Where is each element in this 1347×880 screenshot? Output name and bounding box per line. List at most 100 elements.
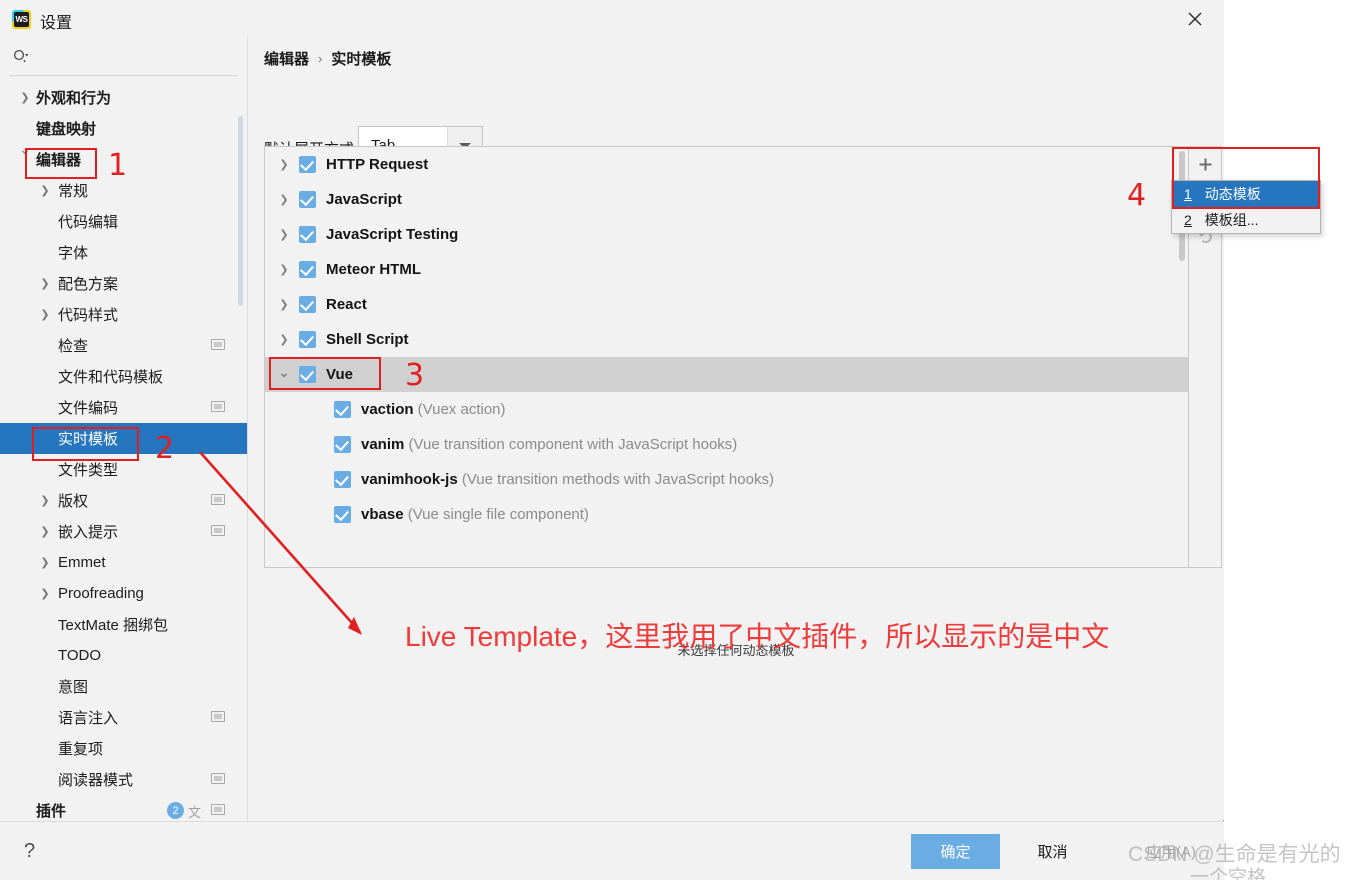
apply-button[interactable]: 应用(A) [1126, 834, 1216, 869]
template-group-name: HTTP Request [326, 156, 429, 173]
sidebar-item-15[interactable]: ❯ Emmet [0, 547, 247, 578]
template-group-name: Vue [326, 366, 353, 383]
add-template-button[interactable] [1189, 147, 1221, 183]
sidebar-item-21[interactable]: 重复项 [0, 733, 247, 764]
chevron-right-icon[interactable]: ❯ [38, 525, 52, 538]
sidebar-item-label: 键盘映射 [36, 121, 97, 138]
template-group-row[interactable]: ❯ JavaScript Testing [265, 217, 1188, 252]
template-group-checkbox[interactable] [299, 331, 316, 348]
template-group-checkbox[interactable] [299, 296, 316, 313]
template-group-row[interactable]: ⌄ Vue [265, 357, 1188, 392]
popup-menu-item[interactable]: 2 模板组... [1172, 207, 1320, 233]
sidebar-item-17[interactable]: TextMate 捆绑包 [0, 609, 247, 640]
sidebar-item-label: 常规 [58, 183, 89, 200]
sidebar-item-14[interactable]: ❯ 嵌入提示 [0, 516, 247, 547]
chevron-right-icon[interactable]: ❯ [277, 193, 291, 206]
breadcrumb-parent[interactable]: 编辑器 [264, 48, 309, 69]
chevron-right-icon[interactable]: ❯ [18, 91, 32, 104]
sidebar-item-0[interactable]: ❯ 外观和行为 [0, 82, 247, 113]
sidebar-item-label: Proofreading [58, 585, 144, 602]
sidebar-item-12[interactable]: 文件类型 [0, 454, 247, 485]
chevron-right-icon[interactable]: ❯ [38, 184, 52, 197]
template-group-checkbox[interactable] [299, 261, 316, 278]
sidebar-item-10[interactable]: 文件编码 [0, 392, 247, 423]
chevron-down-icon[interactable]: ⌄ [277, 364, 291, 381]
sidebar-item-1[interactable]: 键盘映射 [0, 113, 247, 144]
template-group-row[interactable]: ❯ HTTP Request [265, 147, 1188, 182]
cancel-button[interactable]: 取消 [1015, 834, 1090, 869]
settings-main-panel: 编辑器 › 实时模板 默认展开方式 Tab ❯HTTP Request❯Java… [248, 38, 1224, 820]
sidebar-item-19[interactable]: 意图 [0, 671, 247, 702]
sidebar-item-23[interactable]: 插件 2 文 [0, 795, 247, 820]
sidebar-item-label: 意图 [58, 679, 89, 696]
sidebar-item-9[interactable]: 文件和代码模板 [0, 361, 247, 392]
template-item-description: (Vue single file component) [403, 506, 589, 523]
chevron-right-icon[interactable]: ❯ [38, 308, 52, 321]
template-group-checkbox[interactable] [299, 226, 316, 243]
chevron-right-icon[interactable]: ❯ [38, 494, 52, 507]
sidebar-item-5[interactable]: 字体 [0, 237, 247, 268]
sidebar-item-7[interactable]: ❯ 代码样式 [0, 299, 247, 330]
template-item-row[interactable]: vbase (Vue single file component) [265, 497, 1188, 532]
sidebar-item-22[interactable]: 阅读器模式 [0, 764, 247, 795]
template-group-checkbox[interactable] [299, 366, 316, 383]
settings-dialog: WS 设置 ❯ 外观和行为 键盘映射 ⌄ 编辑器 ❯ 常规 代码编辑 字体 ❯ … [0, 0, 1224, 880]
template-group-row[interactable]: ❯ Shell Script [265, 322, 1188, 357]
chevron-right-icon[interactable]: ❯ [38, 587, 52, 600]
ok-button[interactable]: 确定 [911, 834, 1000, 869]
sidebar-item-11[interactable]: 实时模板 [0, 423, 247, 454]
chevron-down-icon[interactable]: ⌄ [18, 141, 32, 158]
sidebar-item-16[interactable]: ❯ Proofreading [0, 578, 247, 609]
sidebar-item-label: 编辑器 [36, 152, 82, 169]
chevron-right-icon[interactable]: ❯ [277, 228, 291, 241]
sidebar-item-label: 代码样式 [58, 307, 119, 324]
template-group-row[interactable]: ❯ Meteor HTML [265, 252, 1188, 287]
search-input[interactable] [34, 44, 234, 68]
close-icon[interactable] [1180, 6, 1210, 32]
sidebar-item-label: 文件编码 [58, 400, 119, 417]
annotation-number-1: 1 [108, 148, 128, 183]
sidebar-item-6[interactable]: ❯ 配色方案 [0, 268, 247, 299]
sidebar-item-8[interactable]: 检查 [0, 330, 247, 361]
annotation-number-3: 3 [405, 358, 425, 393]
sidebar-scrollbar[interactable] [238, 116, 243, 306]
template-item-checkbox[interactable] [334, 471, 351, 488]
template-item-row[interactable]: vanimhook-js (Vue transition methods wit… [265, 462, 1188, 497]
chevron-right-icon[interactable]: ❯ [277, 263, 291, 276]
template-item-name: vanim (Vue transition component with Jav… [361, 436, 737, 453]
sidebar-item-4[interactable]: 代码编辑 [0, 206, 247, 237]
template-group-row[interactable]: ❯ JavaScript [265, 182, 1188, 217]
template-item-checkbox[interactable] [334, 506, 351, 523]
template-item-checkbox[interactable] [334, 436, 351, 453]
template-group-name: JavaScript [326, 191, 402, 208]
chevron-right-icon[interactable]: ❯ [277, 298, 291, 311]
sidebar-item-label: 语言注入 [58, 710, 119, 727]
chevron-right-icon[interactable]: ❯ [38, 277, 52, 290]
template-item-row[interactable]: vanim (Vue transition component with Jav… [265, 427, 1188, 462]
screenshot-root: 1 事 intel WS 设置 [0, 0, 1347, 880]
background-page: 1 事 intel [1224, 0, 1347, 880]
chevron-right-icon[interactable]: ❯ [277, 333, 291, 346]
template-item-description: (Vue transition methods with JavaScript … [457, 471, 774, 488]
sidebar-item-badge: 2 [167, 802, 184, 819]
sidebar-item-20[interactable]: 语言注入 [0, 702, 247, 733]
sidebar-item-label: Emmet [58, 554, 106, 571]
template-group-checkbox[interactable] [299, 191, 316, 208]
template-list[interactable]: ❯ HTTP Request ❯ JavaScript ❯ JavaScript Test… [264, 146, 1189, 568]
sidebar-item-13[interactable]: ❯ 版权 [0, 485, 247, 516]
chevron-right-icon[interactable]: ❯ [38, 556, 52, 569]
chevron-right-icon[interactable]: ❯ [277, 158, 291, 171]
popup-menu-mnemonic: 2 [1184, 212, 1192, 228]
template-group-checkbox[interactable] [299, 156, 316, 173]
sidebar-item-label: 插件 [36, 803, 67, 820]
template-item-row[interactable]: vaction (Vuex action) [265, 392, 1188, 427]
template-item-name: vaction (Vuex action) [361, 401, 506, 418]
template-group-row[interactable]: ❯ React [265, 287, 1188, 322]
template-item-description: (Vue transition component with JavaScrip… [404, 436, 738, 453]
template-item-abbr: vanimhook-js [361, 471, 458, 488]
sidebar-item-18[interactable]: TODO [0, 640, 247, 671]
help-icon[interactable]: ? [24, 840, 35, 863]
template-item-checkbox[interactable] [334, 401, 351, 418]
template-item-description: (Vuex action) [413, 401, 506, 418]
popup-menu-item[interactable]: 1 动态模板 [1172, 181, 1320, 207]
